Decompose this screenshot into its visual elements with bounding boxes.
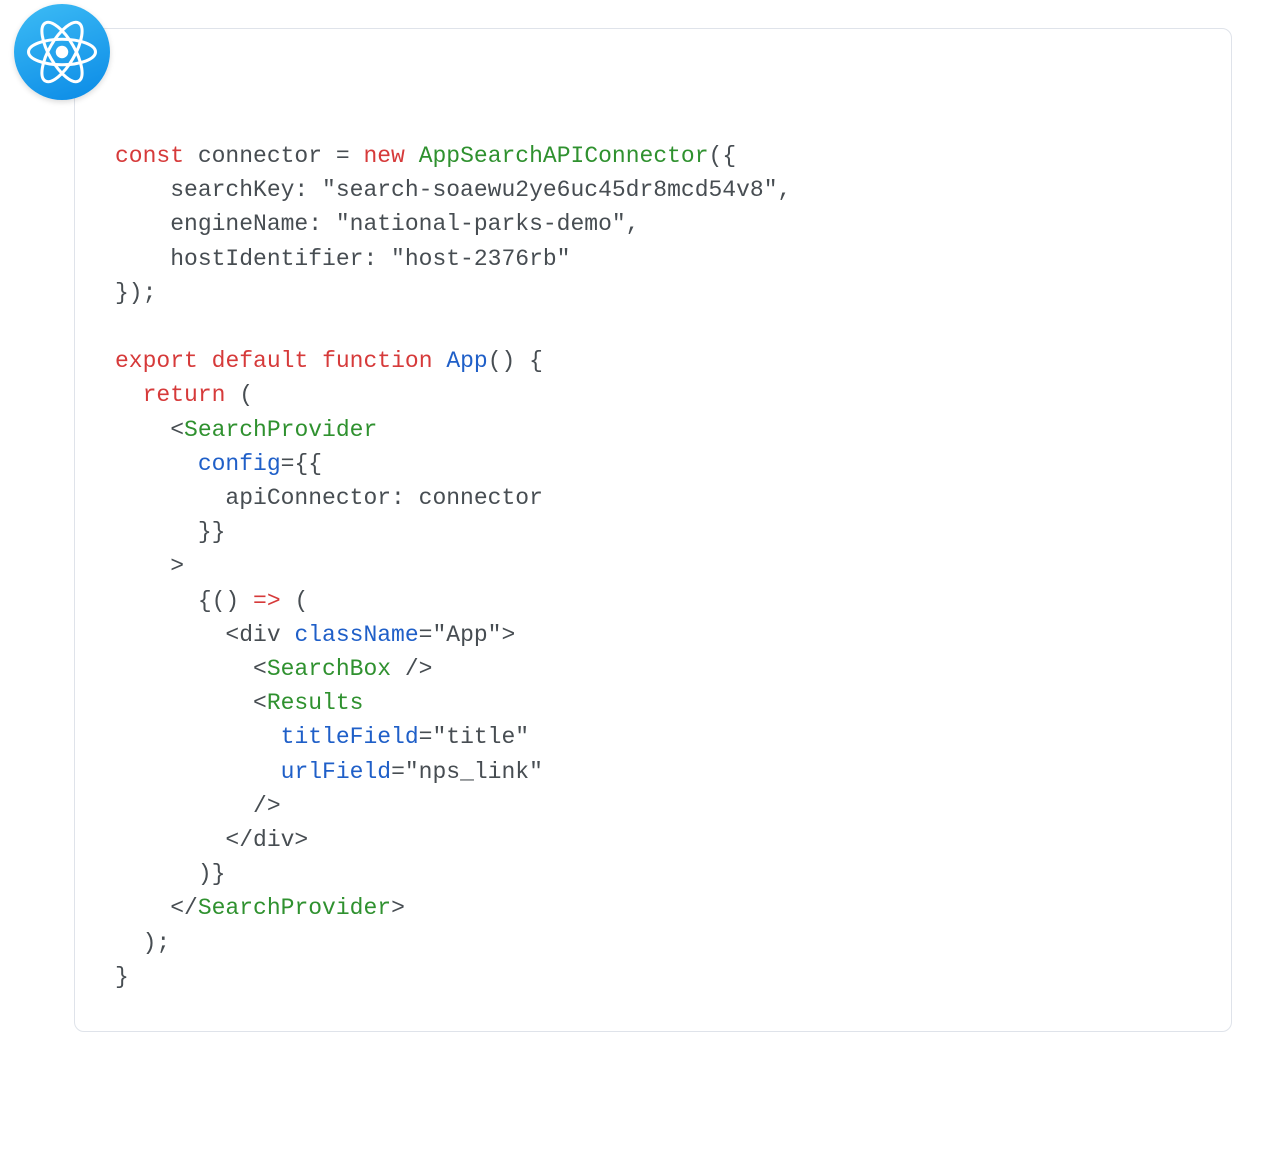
code-token (308, 348, 322, 374)
code-token: SearchProvider (184, 417, 377, 443)
code-token (115, 724, 281, 750)
code-token (405, 143, 419, 169)
page-stage: const connector = new AppSearchAPIConnec… (0, 0, 1282, 1154)
code-token: engineName: "national-parks-demo", (115, 211, 640, 237)
code-token: apiConnector: connector (115, 485, 543, 511)
code-token: {() (115, 588, 253, 614)
code-token: export (115, 348, 198, 374)
code-token: AppSearchAPIConnector (419, 143, 709, 169)
code-token: ( (225, 382, 253, 408)
code-token: hostIdentifier: "host-2376rb" (115, 246, 570, 272)
react-icon (14, 4, 110, 100)
code-token: function (322, 348, 432, 374)
code-token: </ (115, 895, 198, 921)
code-token: titleField (281, 724, 419, 750)
code-token: className (294, 622, 418, 648)
code-token: < (115, 656, 267, 682)
code-token: Results (267, 690, 364, 716)
react-logo-svg (27, 17, 97, 87)
code-token: ({ (709, 143, 737, 169)
code-token: ="App"> (419, 622, 516, 648)
code-token: SearchProvider (198, 895, 391, 921)
code-token (198, 348, 212, 374)
code-token: }} (115, 519, 225, 545)
code-token: searchKey: "search-soaewu2ye6uc45dr8mcd5… (115, 177, 791, 203)
code-token: const (115, 143, 184, 169)
code-token: new (363, 143, 404, 169)
code-token: ={{ (281, 451, 322, 477)
code-token: </div> (115, 827, 308, 853)
code-token: <div (115, 622, 294, 648)
code-token (115, 451, 198, 477)
code-token: ="title" (419, 724, 529, 750)
code-token: /> (115, 793, 281, 819)
code-token: < (170, 417, 184, 443)
code-token: return (143, 382, 226, 408)
code-token: > (115, 553, 184, 579)
code-token: SearchBox (267, 656, 391, 682)
code-token: ( (281, 588, 309, 614)
code-token: ="nps_link" (391, 759, 543, 785)
code-token: > (391, 895, 405, 921)
code-token (433, 348, 447, 374)
code-token: ); (115, 930, 170, 956)
code-token: () { (488, 348, 543, 374)
code-token (115, 382, 143, 408)
code-token: }); (115, 280, 156, 306)
code-token: config (198, 451, 281, 477)
code-card: const connector = new AppSearchAPIConnec… (74, 28, 1232, 1032)
code-token (115, 759, 281, 785)
code-token: connector (184, 143, 336, 169)
code-token: urlField (281, 759, 391, 785)
code-token: /> (391, 656, 432, 682)
code-token: )} (115, 861, 225, 887)
code-token (115, 417, 170, 443)
code-token: => (253, 588, 281, 614)
code-token: < (115, 690, 267, 716)
code-token: App (446, 348, 487, 374)
code-block: const connector = new AppSearchAPIConnec… (115, 139, 1191, 994)
code-token: = (336, 143, 364, 169)
code-token: } (115, 964, 129, 990)
code-token: default (212, 348, 309, 374)
